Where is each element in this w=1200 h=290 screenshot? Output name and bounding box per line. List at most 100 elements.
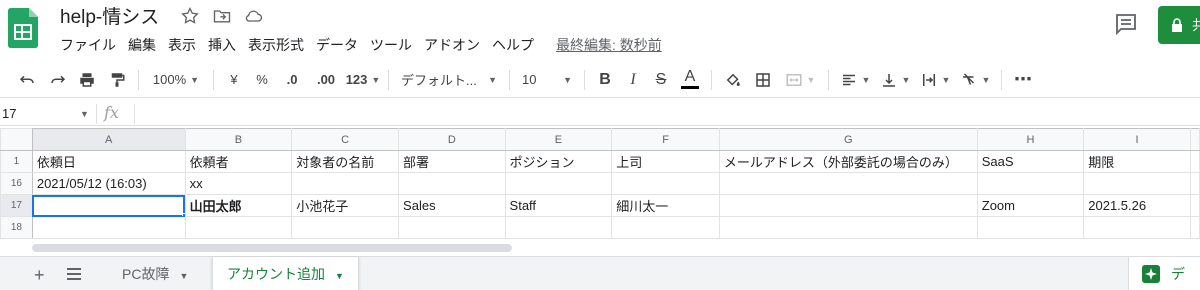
cell[interactable]: Sales — [398, 194, 506, 217]
cell[interactable]: SaaS — [976, 150, 1085, 173]
share-button[interactable]: 共 — [1158, 6, 1200, 44]
cell[interactable] — [611, 216, 720, 239]
row-header[interactable]: 18 — [0, 216, 33, 239]
print-button[interactable] — [72, 66, 102, 94]
more-formats-button[interactable]: 123 ▼ — [344, 66, 382, 94]
cell[interactable]: 依頼日 — [31, 150, 186, 173]
redo-button[interactable] — [44, 66, 72, 94]
menu-help[interactable]: ヘルプ — [486, 34, 540, 56]
fill-color-button[interactable] — [718, 66, 748, 94]
cell[interactable]: 期限 — [1083, 150, 1191, 173]
cell[interactable] — [184, 216, 293, 239]
bold-button[interactable]: B — [591, 66, 619, 94]
vertical-align-button[interactable]: ▼ — [875, 66, 915, 94]
strikethrough-button[interactable]: S — [647, 66, 675, 94]
text-rotation-button[interactable]: ▼ — [955, 66, 995, 94]
column-header[interactable]: B — [184, 128, 293, 151]
last-edit-link[interactable]: 最終編集: 数秒前 — [550, 35, 668, 55]
cell[interactable] — [976, 216, 1085, 239]
cell[interactable]: 小池花子 — [291, 194, 400, 217]
star-icon[interactable] — [180, 6, 200, 26]
menu-addons[interactable]: アドオン — [418, 34, 486, 56]
cell[interactable]: ポジション — [504, 150, 613, 173]
borders-button[interactable] — [748, 66, 778, 94]
column-header[interactable]: E — [504, 128, 613, 151]
column-header[interactable]: I — [1083, 128, 1191, 151]
all-sheets-menu-icon[interactable] — [66, 267, 82, 281]
menu-tools[interactable]: ツール — [364, 34, 418, 56]
menu-view[interactable]: 表示 — [162, 34, 202, 56]
text-color-button[interactable]: A — [675, 66, 705, 94]
active-cell[interactable] — [31, 194, 186, 217]
column-header[interactable]: D — [398, 128, 506, 151]
cell[interactable] — [1189, 194, 1200, 217]
undo-button[interactable] — [10, 66, 44, 94]
cell[interactable]: 細川太一 — [611, 194, 720, 217]
cell[interactable] — [1189, 150, 1200, 173]
more-options-button[interactable]: ⋯ — [1008, 66, 1038, 94]
cell[interactable]: Zoom — [976, 194, 1085, 217]
cell[interactable]: 2021.5.26 — [1083, 194, 1191, 217]
italic-button[interactable]: I — [619, 66, 647, 94]
percent-button[interactable]: % — [248, 66, 276, 94]
cell[interactable] — [31, 216, 186, 239]
menu-format[interactable]: 表示形式 — [242, 34, 310, 56]
increase-decimal-button[interactable]: .00 — [308, 66, 344, 94]
column-header[interactable]: A — [31, 128, 186, 151]
cloud-status-icon[interactable] — [244, 6, 264, 26]
column-header[interactable]: F — [611, 128, 720, 151]
row-header[interactable]: 16 — [0, 172, 33, 195]
cell[interactable] — [1189, 172, 1200, 195]
cell[interactable]: 上司 — [611, 150, 720, 173]
cell[interactable]: xx — [184, 172, 293, 195]
horizontal-scrollbar[interactable] — [32, 244, 512, 252]
cell[interactable]: 山田太郎 — [184, 194, 293, 217]
cell[interactable]: 対象者の名前 — [291, 150, 400, 173]
cell[interactable] — [976, 172, 1085, 195]
cell[interactable] — [718, 172, 978, 195]
text-wrap-button[interactable]: ▼ — [915, 66, 955, 94]
cell[interactable] — [718, 216, 978, 239]
cell[interactable] — [398, 172, 506, 195]
menu-file[interactable]: ファイル — [54, 34, 122, 56]
menu-data[interactable]: データ — [310, 34, 364, 56]
cell[interactable]: Staff — [504, 194, 613, 217]
column-header[interactable]: G — [718, 128, 978, 151]
sheet-tab-account-add[interactable]: アカウント追加 ▼ — [212, 257, 359, 290]
cell[interactable] — [718, 194, 978, 217]
cell[interactable]: 2021/05/12 (16:03) — [31, 172, 186, 195]
cell[interactable]: 依頼者 — [184, 150, 293, 173]
menu-insert[interactable]: 挿入 — [202, 34, 242, 56]
currency-button[interactable]: ¥ — [220, 66, 248, 94]
paint-format-button[interactable] — [102, 66, 132, 94]
add-sheet-icon[interactable]: + — [34, 265, 45, 286]
merge-cells-button[interactable]: ▼ — [778, 66, 822, 94]
cell[interactable] — [504, 216, 613, 239]
row-header[interactable]: 1 — [0, 150, 33, 173]
column-header[interactable]: H — [976, 128, 1085, 151]
comment-history-icon[interactable] — [1114, 12, 1138, 36]
cell[interactable] — [398, 216, 506, 239]
explore-button[interactable]: デ — [1128, 257, 1200, 290]
cell[interactable] — [291, 216, 400, 239]
font-size-select[interactable]: 10 ▼ — [516, 66, 578, 94]
decrease-decimal-button[interactable]: .0 — [276, 66, 308, 94]
zoom-select[interactable]: 100% ▼ — [145, 66, 207, 94]
select-all-corner[interactable] — [0, 128, 33, 151]
menu-edit[interactable]: 編集 — [122, 34, 162, 56]
name-box[interactable]: 17 ▼ — [0, 104, 92, 124]
row-header[interactable]: 17 — [0, 194, 33, 217]
sheet-tab-pc-failure[interactable]: PC故障 ▼ — [108, 257, 202, 290]
cell[interactable] — [1083, 172, 1191, 195]
move-folder-icon[interactable] — [212, 6, 232, 26]
document-title[interactable]: help-情シス — [60, 2, 159, 29]
cell[interactable] — [504, 172, 613, 195]
cell[interactable] — [1083, 216, 1191, 239]
fill-handle[interactable] — [181, 213, 185, 216]
cell[interactable]: メールアドレス（外部委託の場合のみ） — [718, 150, 978, 173]
cell[interactable]: 部署 — [398, 150, 506, 173]
horizontal-align-button[interactable]: ▼ — [835, 66, 875, 94]
column-header[interactable]: C — [291, 128, 400, 151]
font-select[interactable]: デフォルト... ▼ — [395, 66, 503, 94]
cell[interactable] — [1189, 216, 1200, 239]
